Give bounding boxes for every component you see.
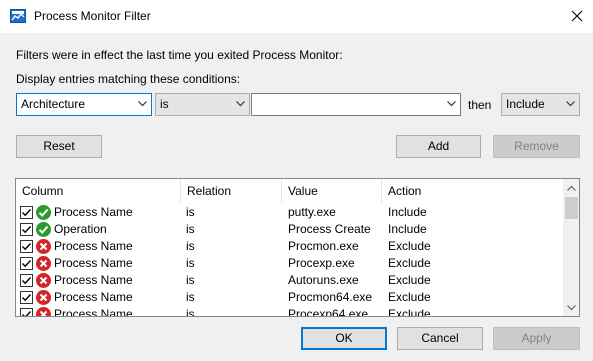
green-check-icon — [36, 205, 51, 220]
checkmark-icon — [22, 260, 32, 268]
close-button[interactable] — [560, 2, 593, 30]
close-icon — [571, 10, 582, 22]
chevron-down-icon — [236, 101, 245, 107]
row-value: Process Create — [288, 222, 371, 236]
row-relation: is — [186, 205, 195, 219]
green-check-icon — [36, 222, 51, 237]
column-dropdown-value: Architecture — [21, 97, 86, 111]
row-checkbox[interactable] — [20, 308, 33, 316]
table-row[interactable]: Operation is Process Create Include — [16, 221, 563, 238]
row-column: Process Name — [54, 273, 133, 287]
then-label: then — [468, 98, 492, 112]
vertical-scrollbar[interactable] — [563, 179, 579, 316]
window-title: Process Monitor Filter — [34, 9, 151, 23]
chevron-down-icon — [566, 101, 575, 107]
row-action: Exclude — [388, 273, 431, 287]
scroll-up-button[interactable] — [563, 179, 579, 196]
table-row[interactable]: Process Name is Procexp.exe Exclude — [16, 255, 563, 272]
table-row[interactable]: Process Name is putty.exe Include — [16, 204, 563, 221]
row-column: Process Name — [54, 307, 133, 317]
filter-list[interactable]: Column Relation Value Action Process Nam… — [15, 178, 580, 317]
value-combobox[interactable] — [251, 93, 461, 116]
table-row[interactable]: Process Name is Procmon64.exe Exclude — [16, 289, 563, 306]
row-relation: is — [186, 239, 195, 253]
row-checkbox[interactable] — [20, 206, 33, 219]
column-dropdown[interactable]: Architecture — [16, 93, 152, 116]
row-action: Exclude — [388, 239, 431, 253]
row-column: Process Name — [54, 239, 133, 253]
row-value: Autoruns.exe — [288, 273, 359, 287]
row-action: Exclude — [388, 307, 431, 317]
row-column: Process Name — [54, 290, 133, 304]
row-action: Include — [388, 205, 427, 219]
row-value: Procexp.exe — [288, 256, 355, 270]
chevron-down-icon — [138, 101, 147, 107]
row-action: Exclude — [388, 256, 431, 270]
row-checkbox[interactable] — [20, 223, 33, 236]
action-dropdown-value: Include — [506, 97, 545, 111]
table-row[interactable]: Process Name is Procmon.exe Exclude — [16, 238, 563, 255]
apply-button[interactable]: Apply — [493, 327, 580, 350]
row-action: Exclude — [388, 290, 431, 304]
red-x-icon — [36, 290, 51, 305]
checkmark-icon — [22, 277, 32, 285]
action-header[interactable]: Action — [382, 179, 563, 203]
row-column: Process Name — [54, 256, 133, 270]
cancel-button[interactable]: Cancel — [397, 327, 483, 350]
row-checkbox[interactable] — [20, 257, 33, 270]
row-value: putty.exe — [288, 205, 336, 219]
chevron-down-icon — [567, 304, 576, 310]
row-checkbox[interactable] — [20, 274, 33, 287]
checkmark-icon — [22, 294, 32, 302]
row-checkbox[interactable] — [20, 240, 33, 253]
value-header[interactable]: Value — [282, 179, 382, 203]
action-dropdown[interactable]: Include — [501, 93, 580, 116]
list-header: Column Relation Value Action — [16, 179, 563, 203]
relation-header[interactable]: Relation — [181, 179, 282, 203]
red-x-icon — [36, 307, 51, 316]
process-monitor-filter-dialog: Process Monitor Filter Filters were in e… — [0, 0, 593, 361]
info-text: Filters were in effect the last time you… — [16, 48, 343, 62]
chevron-down-icon — [447, 101, 456, 107]
add-button[interactable]: Add — [396, 135, 481, 158]
row-relation: is — [186, 256, 195, 270]
row-relation: is — [186, 222, 195, 236]
table-row[interactable]: Process Name is Procexp64.exe Exclude — [16, 306, 563, 317]
checkmark-icon — [22, 209, 32, 217]
checkmark-icon — [22, 243, 32, 251]
row-value: Procmon64.exe — [288, 290, 373, 304]
checkmark-icon — [22, 226, 32, 234]
row-relation: is — [186, 273, 195, 287]
relation-dropdown[interactable]: is — [155, 93, 250, 116]
checkmark-icon — [22, 311, 32, 316]
table-row[interactable]: Process Name is Autoruns.exe Exclude — [16, 272, 563, 289]
row-relation: is — [186, 307, 195, 317]
row-value: Procmon.exe — [288, 239, 359, 253]
column-header[interactable]: Column — [16, 179, 181, 203]
row-action: Include — [388, 222, 427, 236]
reset-button[interactable]: Reset — [16, 135, 102, 158]
process-monitor-filter-icon — [10, 9, 26, 23]
conditions-label: Display entries matching these condition… — [16, 72, 241, 86]
relation-dropdown-value: is — [160, 97, 169, 111]
red-x-icon — [36, 273, 51, 288]
ok-button[interactable]: OK — [301, 327, 387, 350]
scroll-thumb[interactable] — [565, 197, 578, 219]
chevron-up-icon — [567, 185, 576, 191]
row-relation: is — [186, 290, 195, 304]
red-x-icon — [36, 239, 51, 254]
title-bar: Process Monitor Filter — [0, 0, 593, 33]
row-value: Procexp64.exe — [288, 307, 369, 317]
row-column: Operation — [54, 222, 107, 236]
remove-button[interactable]: Remove — [493, 135, 580, 158]
scroll-down-button[interactable] — [563, 299, 579, 316]
row-checkbox[interactable] — [20, 291, 33, 304]
row-column: Process Name — [54, 205, 133, 219]
red-x-icon — [36, 256, 51, 271]
